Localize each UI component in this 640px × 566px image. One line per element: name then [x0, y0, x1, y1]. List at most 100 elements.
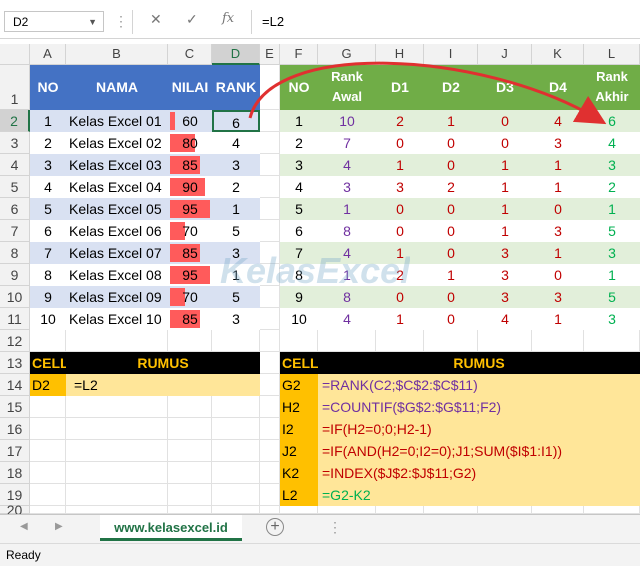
right-cell[interactable]: 5 — [584, 286, 640, 308]
right-formula-text[interactable]: =IF(AND(H2=0;I2=0);J1;SUM($I$1:I1)) — [318, 440, 640, 462]
left-no-cell[interactable]: 4 — [30, 176, 66, 198]
right-header-rank-akhir[interactable]: Rank Akhir — [584, 65, 640, 110]
left-no-cell[interactable]: 5 — [30, 198, 66, 220]
right-formula-cell-ref[interactable]: L2 — [280, 484, 318, 506]
right-cell[interactable]: 0 — [376, 220, 424, 242]
right-cell[interactable]: 2 — [280, 132, 318, 154]
row-header-18[interactable]: 18 — [0, 462, 30, 484]
right-cell[interactable]: 0 — [376, 132, 424, 154]
right-formula-cell-ref[interactable]: H2 — [280, 396, 318, 418]
right-cell[interactable]: 0 — [424, 286, 478, 308]
left-nama-cell[interactable]: Kelas Excel 05 — [66, 198, 168, 220]
right-header-d3[interactable]: D3 — [478, 65, 532, 110]
left-nilai-cell[interactable]: 60 — [168, 110, 212, 132]
right-cell[interactable]: 1 — [584, 198, 640, 220]
row-header-17[interactable]: 17 — [0, 440, 30, 462]
right-cell[interactable]: 1 — [478, 154, 532, 176]
right-cell[interactable]: 10 — [318, 110, 376, 132]
left-nama-cell[interactable]: Kelas Excel 07 — [66, 242, 168, 264]
left-nilai-cell[interactable]: 85 — [168, 154, 212, 176]
right-cell[interactable]: 4 — [532, 110, 584, 132]
right-cell[interactable]: 3 — [280, 154, 318, 176]
row-header-2[interactable]: 2 — [0, 110, 30, 132]
right-cell[interactable]: 0 — [478, 110, 532, 132]
column-header-k[interactable]: K — [532, 44, 584, 65]
right-cell[interactable]: 5 — [280, 198, 318, 220]
row-header-3[interactable]: 3 — [0, 132, 30, 154]
right-cell[interactable]: 3 — [584, 308, 640, 330]
right-cell[interactable]: 1 — [376, 154, 424, 176]
right-cell[interactable]: 1 — [532, 176, 584, 198]
row-header-15[interactable]: 15 — [0, 396, 30, 418]
left-nama-cell[interactable]: Kelas Excel 03 — [66, 154, 168, 176]
right-formula-text[interactable]: =RANK(C2;$C$2:$C$11) — [318, 374, 640, 396]
left-formula-header-rumus[interactable]: RUMUS — [66, 352, 260, 374]
column-header-c[interactable]: C — [168, 44, 212, 65]
right-header-d2[interactable]: D2 — [424, 65, 478, 110]
column-header-f[interactable]: F — [280, 44, 318, 65]
left-formula-cell-ref[interactable]: D2 — [30, 374, 66, 396]
formula-bar-grip-icon[interactable]: ⋮ — [114, 13, 129, 30]
row-header-6[interactable]: 6 — [0, 198, 30, 220]
right-formula-cell-ref[interactable]: G2 — [280, 374, 318, 396]
right-cell[interactable]: 4 — [478, 308, 532, 330]
right-formula-text[interactable]: =INDEX($J$2:$J$11;G2) — [318, 462, 640, 484]
left-no-cell[interactable]: 6 — [30, 220, 66, 242]
column-header-i[interactable]: I — [424, 44, 478, 65]
right-cell[interactable]: 0 — [424, 154, 478, 176]
right-formula-text[interactable]: =G2-K2 — [318, 484, 640, 506]
right-cell[interactable]: 1 — [478, 220, 532, 242]
right-cell[interactable]: 3 — [584, 154, 640, 176]
row-header-20[interactable]: 20 — [0, 503, 30, 517]
right-cell[interactable]: 0 — [424, 308, 478, 330]
right-cell[interactable]: 1 — [424, 264, 478, 286]
left-no-cell[interactable]: 9 — [30, 286, 66, 308]
left-rank-cell[interactable]: 2 — [212, 176, 260, 198]
right-header-d4[interactable]: D4 — [532, 65, 584, 110]
select-all-corner[interactable] — [0, 44, 30, 65]
right-cell[interactable]: 4 — [318, 308, 376, 330]
left-nama-cell[interactable]: Kelas Excel 09 — [66, 286, 168, 308]
right-cell[interactable]: 1 — [318, 198, 376, 220]
column-header-j[interactable]: J — [478, 44, 532, 65]
right-header-d1[interactable]: D1 — [376, 65, 424, 110]
row-header-11[interactable]: 11 — [0, 308, 30, 330]
right-cell[interactable]: 4 — [318, 154, 376, 176]
row-header-1[interactable]: 1 — [0, 65, 30, 110]
right-cell[interactable]: 4 — [584, 132, 640, 154]
left-nilai-cell[interactable]: 70 — [168, 286, 212, 308]
row-header-14[interactable]: 14 — [0, 374, 30, 396]
row-header-13[interactable]: 13 — [0, 352, 30, 374]
right-formula-text[interactable]: =COUNTIF($G$2:$G$11;F2) — [318, 396, 640, 418]
right-cell[interactable]: 2 — [376, 110, 424, 132]
right-cell[interactable]: 4 — [280, 176, 318, 198]
right-cell[interactable]: 3 — [584, 242, 640, 264]
right-cell[interactable]: 1 — [478, 176, 532, 198]
add-sheet-icon[interactable]: + — [266, 518, 284, 536]
right-cell[interactable]: 3 — [532, 220, 584, 242]
right-cell[interactable]: 3 — [376, 176, 424, 198]
left-formula-text[interactable]: =L2 — [66, 374, 260, 396]
right-cell[interactable]: 0 — [424, 132, 478, 154]
row-header-4[interactable]: 4 — [0, 154, 30, 176]
right-cell[interactable]: 1 — [532, 242, 584, 264]
left-header-rank[interactable]: RANK — [212, 65, 260, 110]
column-header-e[interactable]: E — [260, 44, 280, 65]
left-nama-cell[interactable]: Kelas Excel 04 — [66, 176, 168, 198]
right-cell[interactable]: 3 — [318, 176, 376, 198]
left-header-nilai[interactable]: NILAI — [168, 65, 212, 110]
left-nama-cell[interactable]: Kelas Excel 08 — [66, 264, 168, 286]
left-rank-cell[interactable]: 3 — [212, 154, 260, 176]
row-header-7[interactable]: 7 — [0, 220, 30, 242]
right-formula-cell-ref[interactable]: K2 — [280, 462, 318, 484]
enter-icon[interactable]: ✓ — [186, 11, 198, 28]
right-cell[interactable]: 1 — [532, 308, 584, 330]
scroll-left-icon[interactable]: ◀ — [20, 521, 28, 532]
right-cell[interactable]: 1 — [280, 110, 318, 132]
right-cell[interactable]: 0 — [424, 198, 478, 220]
left-nilai-cell[interactable]: 95 — [168, 198, 212, 220]
scroll-right-icon[interactable]: ▶ — [55, 521, 63, 532]
right-cell[interactable]: 7 — [318, 132, 376, 154]
right-cell[interactable]: 1 — [376, 308, 424, 330]
right-cell[interactable]: 6 — [280, 220, 318, 242]
